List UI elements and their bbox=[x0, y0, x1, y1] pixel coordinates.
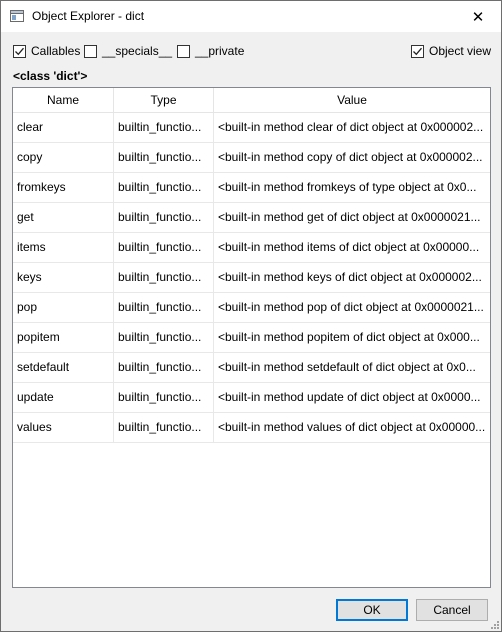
callables-label: Callables bbox=[31, 44, 81, 58]
cell-value[interactable]: <built-in method fromkeys of type object… bbox=[214, 173, 490, 202]
table-row[interactable]: items builtin_functio... <built-in method … bbox=[13, 233, 490, 263]
checkmark-icon bbox=[413, 47, 422, 55]
column-header-name[interactable]: Name bbox=[13, 88, 114, 112]
cell-name[interactable]: pop bbox=[13, 293, 114, 322]
cell-value[interactable]: <built-in method keys of dict object at … bbox=[214, 263, 490, 292]
cell-value[interactable]: <built-in method copy of dict object at … bbox=[214, 143, 490, 172]
window-title: Object Explorer - dict bbox=[32, 9, 145, 23]
close-icon: ✕ bbox=[471, 8, 485, 26]
table-row[interactable]: pop builtin_functio... <built-in method po… bbox=[13, 293, 490, 323]
cell-type[interactable]: builtin_functio... bbox=[114, 263, 214, 292]
cell-name[interactable]: get bbox=[13, 203, 114, 232]
cell-type[interactable]: builtin_functio... bbox=[114, 353, 214, 382]
callables-option[interactable]: Callables bbox=[13, 44, 80, 58]
object-view-label: Object view bbox=[429, 44, 492, 58]
ok-button[interactable]: OK bbox=[336, 599, 408, 621]
cell-type[interactable]: builtin_functio... bbox=[114, 413, 214, 442]
table-row[interactable]: values builtin_functio... <built-in method… bbox=[13, 413, 490, 443]
private-option[interactable]: __private bbox=[177, 44, 244, 58]
cell-type[interactable]: builtin_functio... bbox=[114, 173, 214, 202]
cell-name[interactable]: values bbox=[13, 413, 114, 442]
cell-name[interactable]: setdefault bbox=[13, 353, 114, 382]
window-icon bbox=[10, 10, 24, 22]
cell-value[interactable]: <built-in method popitem of dict object … bbox=[214, 323, 490, 352]
specials-option[interactable]: __specials__ bbox=[84, 44, 172, 58]
cell-name[interactable]: popitem bbox=[13, 323, 114, 352]
cancel-button[interactable]: Cancel bbox=[416, 599, 488, 621]
cell-type[interactable]: builtin_functio... bbox=[114, 113, 214, 142]
cell-name[interactable]: update bbox=[13, 383, 114, 412]
table-row[interactable]: clear builtin_functio... <built-in method … bbox=[13, 113, 490, 143]
cell-value[interactable]: <built-in method items of dict object at… bbox=[214, 233, 490, 262]
table-row[interactable]: update builtin_functio... <built-in method… bbox=[13, 383, 490, 413]
table-row[interactable]: get builtin_functio... <built-in method ge… bbox=[13, 203, 490, 233]
cell-value[interactable]: <built-in method values of dict object a… bbox=[214, 413, 490, 442]
checkmark-icon bbox=[15, 47, 24, 55]
table-row[interactable]: setdefault builtin_functio... <built-in me… bbox=[13, 353, 490, 383]
cell-name[interactable]: keys bbox=[13, 263, 114, 292]
column-header-value[interactable]: Value bbox=[214, 88, 490, 112]
cell-name[interactable]: fromkeys bbox=[13, 173, 114, 202]
cell-type[interactable]: builtin_functio... bbox=[114, 293, 214, 322]
resize-grip-icon[interactable] bbox=[489, 619, 499, 629]
table-row[interactable]: copy builtin_functio... <built-in method c… bbox=[13, 143, 490, 173]
column-header-type[interactable]: Type bbox=[114, 88, 214, 112]
cell-name[interactable]: items bbox=[13, 233, 114, 262]
class-label: <class 'dict'> bbox=[13, 69, 88, 83]
title-bar: Object Explorer - dict ✕ bbox=[1, 1, 501, 32]
object-explorer-window: Object Explorer - dict ✕ Callables __spe… bbox=[0, 0, 502, 632]
object-view-checkbox[interactable] bbox=[411, 44, 424, 58]
callables-checkbox[interactable] bbox=[13, 44, 26, 58]
cell-value[interactable]: <built-in method get of dict object at 0… bbox=[214, 203, 490, 232]
close-button[interactable]: ✕ bbox=[455, 1, 501, 32]
specials-label: __specials__ bbox=[102, 44, 173, 58]
cell-type[interactable]: builtin_functio... bbox=[114, 143, 214, 172]
cell-type[interactable]: builtin_functio... bbox=[114, 383, 214, 412]
cell-name[interactable]: clear bbox=[13, 113, 114, 142]
table-row[interactable]: fromkeys builtin_functio... <built-in meth… bbox=[13, 173, 490, 203]
table-header: Name Type Value bbox=[13, 88, 490, 113]
table-row[interactable]: popitem builtin_functio... <built-in metho… bbox=[13, 323, 490, 353]
cell-value[interactable]: <built-in method clear of dict object at… bbox=[214, 113, 490, 142]
cell-type[interactable]: builtin_functio... bbox=[114, 233, 214, 262]
object-view-option[interactable]: Object view bbox=[411, 44, 491, 58]
cell-name[interactable]: copy bbox=[13, 143, 114, 172]
table-row[interactable]: keys builtin_functio... <built-in method k… bbox=[13, 263, 490, 293]
object-table[interactable]: Name Type Value clear builtin_functio... <… bbox=[12, 87, 491, 588]
private-label: __private bbox=[195, 44, 245, 58]
private-checkbox[interactable] bbox=[177, 44, 190, 58]
cell-type[interactable]: builtin_functio... bbox=[114, 203, 214, 232]
cell-value[interactable]: <built-in method pop of dict object at 0… bbox=[214, 293, 490, 322]
cell-value[interactable]: <built-in method setdefault of dict obje… bbox=[214, 353, 490, 382]
cell-type[interactable]: builtin_functio... bbox=[114, 323, 214, 352]
specials-checkbox[interactable] bbox=[84, 44, 97, 58]
cell-value[interactable]: <built-in method update of dict object a… bbox=[214, 383, 490, 412]
